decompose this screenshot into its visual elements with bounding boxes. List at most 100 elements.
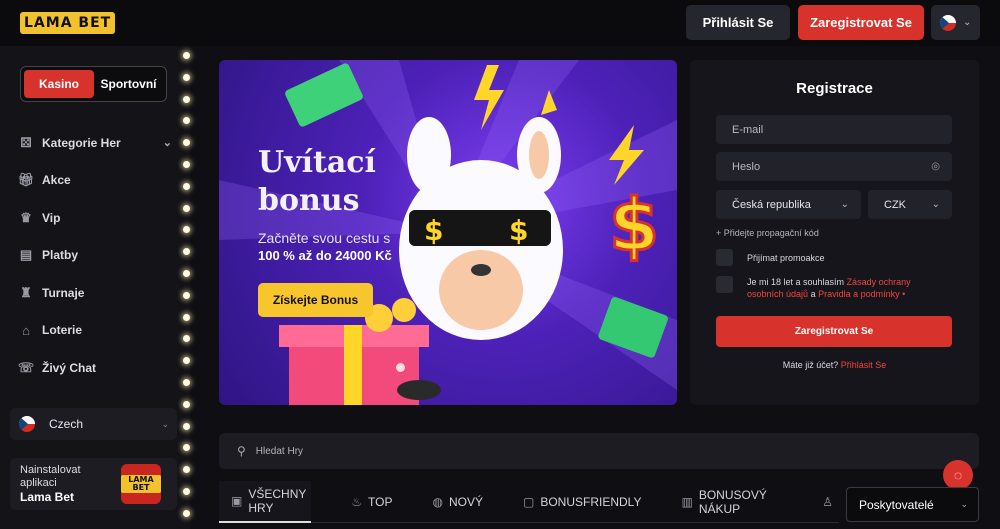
grid-icon: ▣ [231,493,243,508]
marquee-light [183,95,190,103]
marquee-light [183,73,190,81]
accept-promo-label: Přijímat promoakce [747,253,825,263]
get-bonus-button[interactable]: Získejte Bonus [258,283,373,317]
register-button[interactable]: Zaregistrovat Se [798,5,924,40]
language-switcher[interactable]: ⌄ [931,5,980,40]
marquee-light [183,204,190,212]
toggle-casino[interactable]: Kasino [24,70,94,98]
sidebar-item-label: Kategorie Her [42,135,121,150]
marquee-light [183,270,190,277]
chevron-down-icon: ⌄ [161,418,169,429]
login-button[interactable]: Přihlásit Se [686,5,790,40]
user-icon: ♙ [822,494,833,509]
marquee-light [183,117,190,125]
fire-icon: ♨ [351,494,363,509]
app-logo-icon: LAMA BET [121,464,161,504]
marquee-light [183,509,190,517]
live-chat-button[interactable]: ◌ [943,460,973,490]
toggle-sports[interactable]: Sportovní [94,77,163,91]
sidebar-item-tournaments[interactable]: ♜ Turnaje [10,274,178,312]
product-toggle: Kasino Sportovní [20,66,167,102]
crown-icon: ♛ [20,209,32,225]
sidebar-item-label: Platby [42,248,79,263]
wallet-icon: ▤ [19,247,33,263]
marquee-light [183,400,190,408]
czech-flag-icon [939,14,956,31]
marquee-light [183,422,190,430]
install-app-banner[interactable]: Nainstalovat aplikaci Lama Bet LAMA BET [10,458,177,510]
tab-all-games[interactable]: ▣ VŠECHNY HRY [219,480,312,523]
country-select[interactable]: Česká republika ⌄ [716,190,861,219]
tab-top[interactable]: ♨ TOP [339,481,392,523]
dice-icon: ⚄ [20,134,32,150]
carousel-dot[interactable] [396,363,405,372]
sidebar-item-label: Vip [42,210,61,225]
bonus-icon: ▢ [522,494,535,509]
chevron-down-icon[interactable]: ⌄ [163,136,172,149]
marquee-light [183,357,190,365]
tab-more[interactable]: ♙ [810,481,839,523]
search-placeholder: Hledat Hry [255,445,304,457]
chevron-down-icon: ⌄ [840,199,849,210]
game-search[interactable]: ⚲ Hledat Hry [219,433,979,469]
password-field[interactable]: Heslo ◎ [716,152,952,181]
banner-bonus-amount: 100 % až do 24000 Kč [258,248,392,263]
show-password-icon[interactable]: ◎ [931,161,940,172]
marquee-light [183,226,190,234]
welcome-bonus-banner[interactable]: $ $ $ Uvítací bonus Začněte svou cestu s… [219,60,677,405]
currency-select[interactable]: CZK ⌄ [868,190,952,219]
terms-row: Je mi 18 let a souhlasím Zásady ochrany … [716,276,937,300]
top-header: LAMA BET Přihlásit Se Zaregistrovat Se ⌄ [0,0,1000,46]
providers-select[interactable]: Poskytovatelé ⌄ [846,487,979,522]
chat-icon: ☏ [17,359,35,375]
chevron-down-icon: ⌄ [960,499,968,509]
game-category-tabs: ▣ VŠECHNY HRY ♨ TOP ◍ NOVÝ ▢ BONUSFRIEND… [219,480,839,523]
chat-bubble-icon: ◌ [953,467,963,483]
marquee-light [183,161,190,168]
marquee-light [183,139,190,147]
search-icon: ⚲ [237,444,246,458]
tab-bonusfriendly[interactable]: ▢ BONUSFRIENDLY [511,481,641,523]
add-promo-code-link[interactable]: + Přidejte propagační kód [716,228,819,238]
email-field[interactable]: E-mail [716,115,952,144]
lottery-icon: ⌂ [22,322,30,338]
new-icon: ◍ [432,494,443,509]
login-link[interactable]: Přihlásit Se [841,360,887,370]
chevron-down-icon: ⌄ [962,17,972,28]
sidebar-item-live-chat[interactable]: ☏ Živý Chat [10,349,178,387]
terms-link[interactable]: Pravidla a podmínky [818,289,900,299]
sidebar: Kasino Sportovní ⚄ Kategorie Her ⌄ 🎁︎ Ak… [0,46,190,529]
sidebar-item-vip[interactable]: ♛ Vip [10,199,178,237]
sidebar-item-payments[interactable]: ▤ Platby [10,237,178,275]
lama-bet-logo[interactable]: LAMA BET [20,12,116,34]
registration-panel: Registrace E-mail Heslo ◎ Česká republik… [690,60,979,405]
gift-icon: 🎁︎ [17,172,35,188]
banner-subtitle: Začněte svou cestu s [258,230,391,246]
sidebar-item-label: Loterie [42,323,83,338]
dollar-icon: $ [609,183,659,267]
cart-icon: ▥ [681,494,693,509]
terms-checkbox[interactable] [716,276,733,293]
sidebar-item-label: Turnaje [42,285,85,300]
terms-label: Je mi 18 let a souhlasím Zásady ochrany … [747,277,911,299]
marquee-light [183,248,190,256]
have-account-text: Máte již účet? Přihlásit Se [782,360,887,370]
sidebar-item-promotions[interactable]: 🎁︎ Akce [10,162,178,200]
language-select[interactable]: Czech ⌄ [10,408,177,440]
sidebar-nav: ⚄ Kategorie Her ⌄ 🎁︎ Akce ♛ Vip ▤ Platby… [10,124,178,387]
tab-new[interactable]: ◍ NOVÝ [420,481,483,523]
sidebar-item-game-categories[interactable]: ⚄ Kategorie Her ⌄ [10,124,178,162]
registration-submit-button[interactable]: Zaregistrovat Se [716,316,952,347]
marquee-light [183,182,190,190]
registration-title: Registrace [796,80,873,97]
marquee-light [183,313,190,321]
marquee-light [183,291,190,299]
marquee-light [183,52,190,59]
chevron-down-icon: ⌄ [931,199,940,210]
sidebar-item-lottery[interactable]: ⌂ Loterie [10,312,178,350]
sidebar-item-label: Akce [42,173,71,188]
marquee-light [183,444,190,452]
accept-promo-checkbox[interactable] [716,249,733,266]
marquee-lights [180,46,192,529]
tab-bonus-buy[interactable]: ▥ BONUSOVÝ NÁKUP [669,481,782,523]
